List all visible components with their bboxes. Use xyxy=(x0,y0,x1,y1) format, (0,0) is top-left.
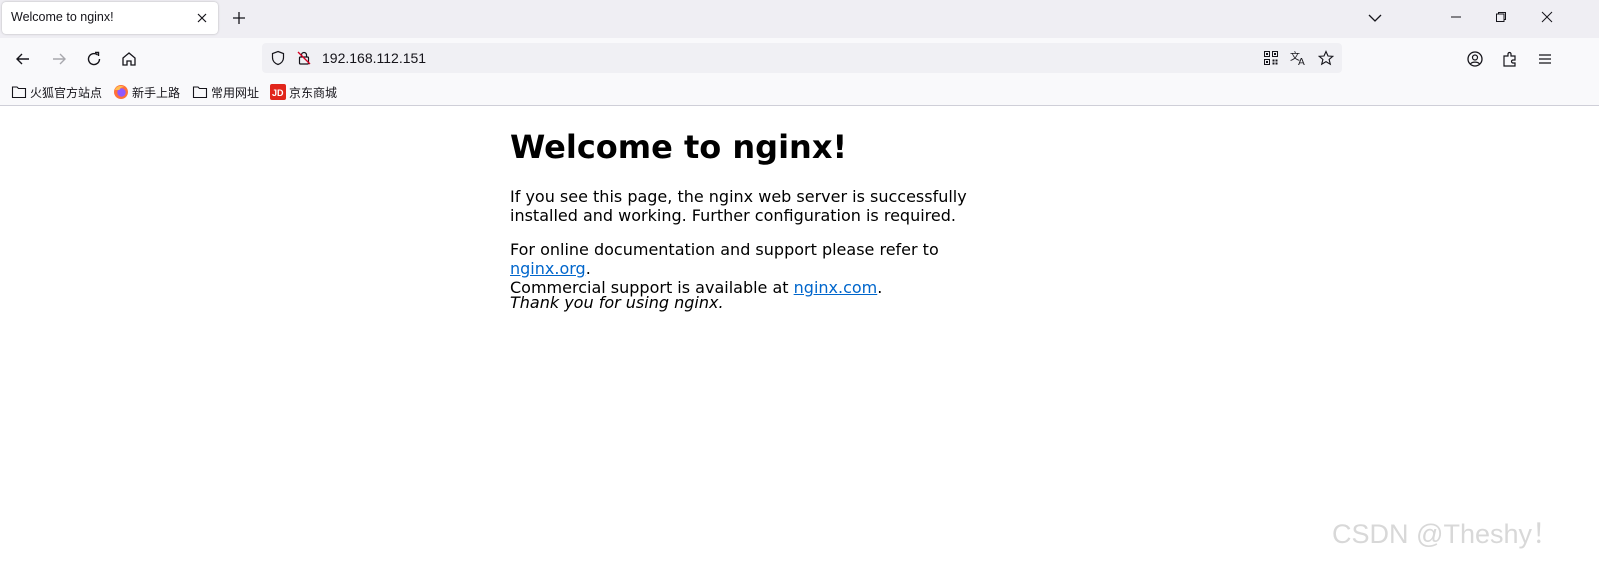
home-button[interactable] xyxy=(116,46,142,72)
qr-code-icon[interactable] xyxy=(1263,50,1279,66)
new-tab-button[interactable] xyxy=(228,7,250,29)
folder-icon xyxy=(192,84,208,100)
period-text: . xyxy=(585,259,591,278)
shield-icon[interactable] xyxy=(270,50,286,66)
svg-text:A: A xyxy=(1298,57,1305,66)
watermark: CSDN @Theshy！ xyxy=(1332,519,1559,549)
browser-window: Welcome to nginx! 192.168.112.151 文 A 火狐… xyxy=(0,0,1599,565)
bookmark-label: 新手上路 xyxy=(132,85,181,100)
insecure-lock-icon[interactable] xyxy=(296,50,312,66)
bookmark-getting-started[interactable]: 新手上路 xyxy=(113,83,180,101)
bookmark-label: 火狐官方站点 xyxy=(30,85,103,100)
firefox-icon xyxy=(113,84,129,100)
close-window-button[interactable] xyxy=(1524,0,1570,34)
bookmark-folder-firefox-official[interactable]: 火狐官方站点 xyxy=(11,83,102,101)
bookmark-star-icon[interactable] xyxy=(1317,50,1335,66)
close-tab-icon[interactable] xyxy=(194,10,210,26)
bookmark-label: 常用网址 xyxy=(211,85,260,100)
bookmarks-toolbar: 火狐官方站点 新手上路 常用网址 JD 京东商城 xyxy=(0,78,1599,106)
tab-strip: Welcome to nginx! xyxy=(0,0,1599,38)
menu-button[interactable] xyxy=(1532,46,1558,72)
list-all-tabs-button[interactable] xyxy=(1364,7,1386,29)
nginx-org-link[interactable]: nginx.org xyxy=(510,259,586,278)
forward-button[interactable] xyxy=(46,46,72,72)
folder-icon xyxy=(11,84,27,100)
bookmark-label: 京东商城 xyxy=(289,85,338,100)
minimize-button[interactable] xyxy=(1433,0,1479,34)
tab-title: Welcome to nginx! xyxy=(11,10,114,24)
restore-button[interactable] xyxy=(1478,0,1524,34)
support-text: For online documentation and support ple… xyxy=(510,240,939,259)
translate-icon[interactable]: 文A xyxy=(1290,50,1306,68)
navigation-toolbar: 192.168.112.151 文A xyxy=(0,38,1599,78)
reload-button[interactable] xyxy=(81,46,107,72)
account-button[interactable] xyxy=(1462,46,1488,72)
jd-icon: JD xyxy=(270,84,286,100)
page-viewport: Welcome to nginx! If you see this page, … xyxy=(0,106,1599,565)
bookmark-jd-mall[interactable]: JD 京东商城 xyxy=(270,83,337,101)
tab-active[interactable]: Welcome to nginx! xyxy=(2,2,218,34)
svg-text:JD: JD xyxy=(272,88,284,98)
thanks-paragraph: Thank you for using nginx. xyxy=(510,293,724,312)
url-bar[interactable]: 192.168.112.151 文A xyxy=(262,43,1342,73)
back-button[interactable] xyxy=(10,46,36,72)
page-heading: Welcome to nginx! xyxy=(510,128,848,166)
url-text[interactable]: 192.168.112.151 xyxy=(322,50,426,66)
bookmark-folder-common-sites[interactable]: 常用网址 xyxy=(192,83,259,101)
intro-paragraph: If you see this page, the nginx web serv… xyxy=(510,187,967,225)
extensions-button[interactable] xyxy=(1497,46,1523,72)
support-paragraph: For online documentation and support ple… xyxy=(510,240,1010,297)
